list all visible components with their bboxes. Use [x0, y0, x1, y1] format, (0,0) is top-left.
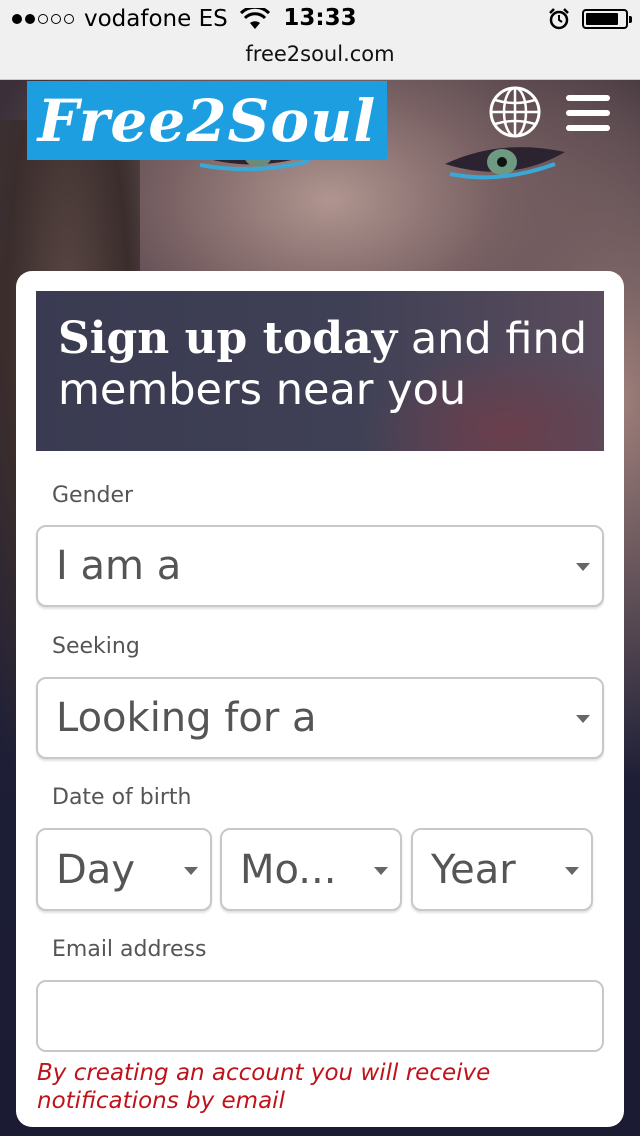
- signup-headline: Sign up today and find: [58, 313, 587, 365]
- headline-rest: and find: [397, 314, 588, 364]
- dob-month-select[interactable]: Mo...: [220, 828, 402, 911]
- battery-icon: [582, 9, 632, 29]
- battery-fill: [586, 13, 618, 25]
- hero-eye-right: [445, 147, 565, 180]
- status-time: 13:33: [283, 5, 357, 31]
- logo-text: Free2Soul: [37, 86, 377, 155]
- chevron-down-icon: [374, 866, 388, 875]
- seeking-select[interactable]: Looking for a: [36, 677, 604, 759]
- dob-day-value: Day: [56, 846, 135, 893]
- chevron-down-icon: [576, 563, 590, 571]
- chevron-down-icon: [184, 866, 198, 875]
- menu-line: [566, 110, 610, 116]
- headline-bold: Sign up today: [58, 313, 398, 364]
- dob-year-select[interactable]: Year: [411, 828, 593, 911]
- signup-card: Sign up today and find members near you …: [16, 271, 624, 1127]
- gender-label: Gender: [52, 483, 134, 508]
- url-bar[interactable]: free2soul.com: [0, 42, 640, 66]
- email-field[interactable]: [36, 980, 604, 1052]
- gender-select-value: I am a: [56, 543, 182, 589]
- menu-line: [566, 125, 610, 131]
- dob-day-select[interactable]: Day: [36, 828, 212, 911]
- seeking-label: Seeking: [52, 634, 140, 659]
- browser-chrome: vodafone ES 13:33 free2soul.com: [0, 0, 640, 80]
- dob-label: Date of birth: [52, 785, 192, 810]
- dob-month-value: Mo...: [240, 846, 337, 893]
- globe-icon[interactable]: [488, 85, 542, 139]
- gender-select[interactable]: I am a: [36, 525, 604, 607]
- site-logo[interactable]: Free2Soul: [27, 81, 387, 160]
- email-notice: By creating an account you will receive …: [37, 1060, 491, 1114]
- headline-line2: members near you: [58, 365, 467, 415]
- status-right: [548, 8, 632, 30]
- battery-nub: [629, 16, 632, 23]
- seeking-select-value: Looking for a: [56, 695, 317, 741]
- chevron-down-icon: [576, 715, 590, 723]
- menu-line: [566, 95, 610, 101]
- dob-year-value: Year: [431, 846, 516, 893]
- alarm-icon: [549, 8, 569, 30]
- email-label: Email address: [52, 937, 207, 962]
- chevron-down-icon: [565, 866, 579, 875]
- hamburger-menu-icon[interactable]: [566, 95, 610, 131]
- signup-banner: Sign up today and find members near you: [36, 291, 604, 451]
